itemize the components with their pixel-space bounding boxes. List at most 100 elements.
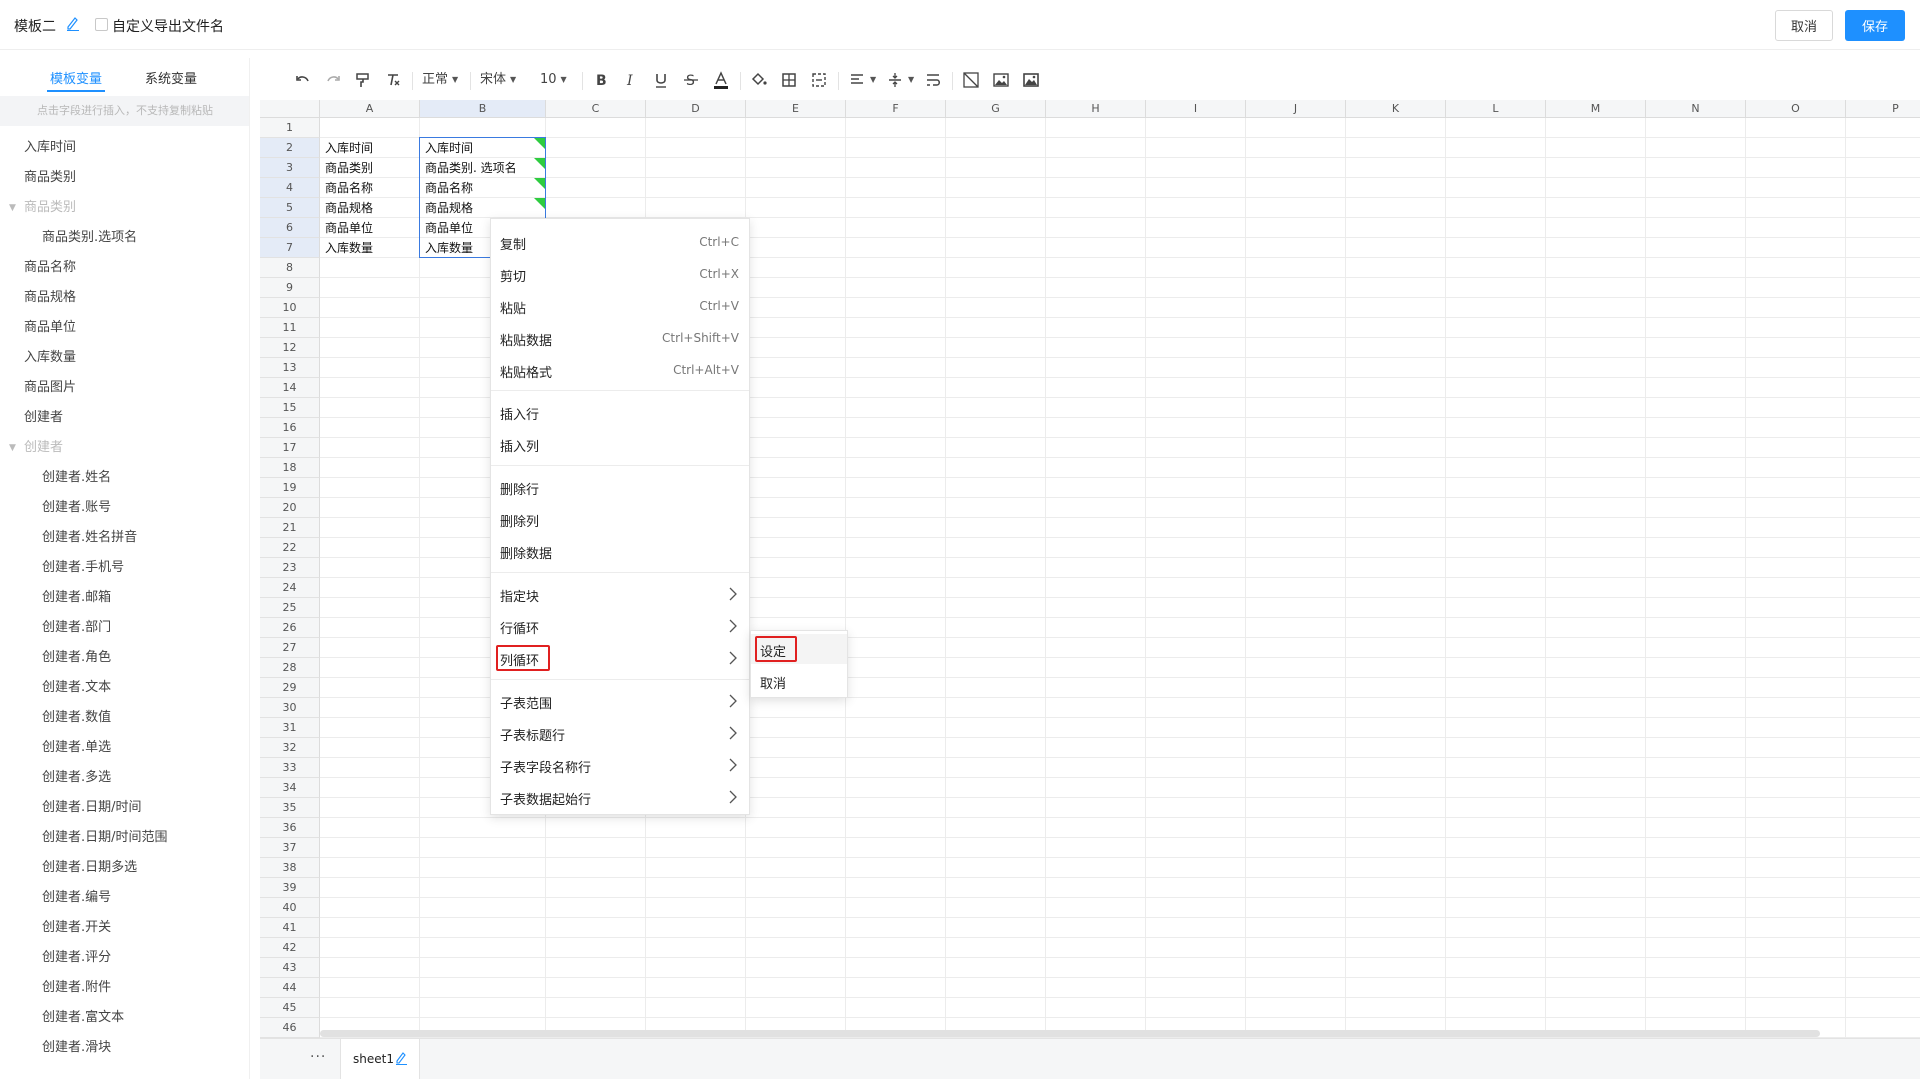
format-painter-icon[interactable] bbox=[354, 68, 372, 92]
context-menu-item[interactable]: 子表字段名称行 bbox=[491, 750, 749, 780]
context-menu-item[interactable]: 列循环 bbox=[491, 643, 749, 673]
context-menu-item[interactable]: 插入列 bbox=[491, 429, 749, 459]
variable-item[interactable]: 创建者.数值 bbox=[0, 703, 249, 733]
wrap-text-icon[interactable] bbox=[924, 68, 942, 92]
edit-pencil-icon[interactable] bbox=[66, 15, 80, 31]
column-header[interactable]: F bbox=[846, 100, 946, 118]
row-header[interactable]: 19 bbox=[260, 478, 320, 498]
cell-A4[interactable]: 商品名称 bbox=[320, 178, 420, 198]
custom-export-checkbox[interactable] bbox=[95, 18, 108, 31]
column-header[interactable]: P bbox=[1846, 100, 1920, 118]
row-header[interactable]: 5 bbox=[260, 198, 320, 218]
variable-item[interactable]: 创建者.开关 bbox=[0, 913, 249, 943]
variable-item[interactable]: 创建者.评分 bbox=[0, 943, 249, 973]
row-header[interactable]: 24 bbox=[260, 578, 320, 598]
row-header[interactable]: 37 bbox=[260, 838, 320, 858]
row-header[interactable]: 45 bbox=[260, 998, 320, 1018]
row-header[interactable]: 44 bbox=[260, 978, 320, 998]
context-menu-item[interactable]: 指定块 bbox=[491, 579, 749, 609]
variable-group[interactable]: ▼ 创建者 bbox=[0, 433, 249, 463]
context-menu-item[interactable]: 复制 Ctrl+C bbox=[491, 227, 749, 257]
column-header[interactable]: C bbox=[546, 100, 646, 118]
column-header[interactable]: K bbox=[1346, 100, 1446, 118]
row-header[interactable]: 41 bbox=[260, 918, 320, 938]
row-header[interactable]: 28 bbox=[260, 658, 320, 678]
row-header[interactable]: 11 bbox=[260, 318, 320, 338]
clear-format-icon[interactable] bbox=[384, 68, 402, 92]
cancel-button[interactable]: 取消 bbox=[1775, 10, 1833, 41]
row-header[interactable]: 43 bbox=[260, 958, 320, 978]
variable-item[interactable]: 商品类别 bbox=[0, 163, 249, 193]
row-header[interactable]: 27 bbox=[260, 638, 320, 658]
submenu-cancel-item[interactable]: 取消 bbox=[751, 666, 847, 696]
column-header[interactable]: G bbox=[946, 100, 1046, 118]
strikethrough-icon[interactable]: S bbox=[682, 68, 700, 92]
row-header[interactable]: 30 bbox=[260, 698, 320, 718]
rename-sheet-pencil-icon[interactable] bbox=[395, 1051, 408, 1069]
context-menu-item[interactable]: 行循环 bbox=[491, 611, 749, 641]
column-header[interactable]: O bbox=[1746, 100, 1846, 118]
context-menu-item[interactable]: 剪切 Ctrl+X bbox=[491, 259, 749, 289]
bold-icon[interactable]: B bbox=[592, 68, 610, 92]
variable-item[interactable]: 创建者.编号 bbox=[0, 883, 249, 913]
row-header[interactable]: 6 bbox=[260, 218, 320, 238]
row-header[interactable]: 14 bbox=[260, 378, 320, 398]
font-select[interactable]: 宋体 ▼ bbox=[480, 68, 516, 92]
column-header[interactable]: A bbox=[320, 100, 420, 118]
row-header[interactable]: 29 bbox=[260, 678, 320, 698]
row-header[interactable]: 1 bbox=[260, 118, 320, 138]
row-header[interactable]: 18 bbox=[260, 458, 320, 478]
variable-item[interactable]: 创建者.手机号 bbox=[0, 553, 249, 583]
column-header[interactable]: I bbox=[1146, 100, 1246, 118]
variable-item[interactable]: 创建者.账号 bbox=[0, 493, 249, 523]
row-header[interactable]: 12 bbox=[260, 338, 320, 358]
merge-cells-icon[interactable] bbox=[810, 68, 828, 92]
variable-item[interactable]: 创建者.日期多选 bbox=[0, 853, 249, 883]
context-menu-item[interactable]: 删除行 bbox=[491, 472, 749, 502]
variable-item[interactable]: 创建者.附件 bbox=[0, 973, 249, 1003]
row-header[interactable]: 8 bbox=[260, 258, 320, 278]
row-header[interactable]: 9 bbox=[260, 278, 320, 298]
context-menu-item[interactable]: 删除列 bbox=[491, 504, 749, 534]
valign-icon[interactable]: ▼ bbox=[886, 68, 914, 92]
cell-A7[interactable]: 入库数量 bbox=[320, 238, 420, 258]
variable-item[interactable]: 入库时间 bbox=[0, 133, 249, 163]
row-header[interactable]: 32 bbox=[260, 738, 320, 758]
sheet-tab[interactable]: sheet1 bbox=[340, 1039, 420, 1079]
row-header[interactable]: 3 bbox=[260, 158, 320, 178]
column-header[interactable]: M bbox=[1546, 100, 1646, 118]
insert-cell-image-icon[interactable] bbox=[1022, 68, 1040, 92]
tab-system-variables[interactable]: 系统变量 bbox=[145, 68, 197, 87]
row-header[interactable]: 40 bbox=[260, 898, 320, 918]
row-header[interactable]: 33 bbox=[260, 758, 320, 778]
row-header[interactable]: 16 bbox=[260, 418, 320, 438]
variable-item[interactable]: 创建者.姓名拼音 bbox=[0, 523, 249, 553]
column-header[interactable]: J bbox=[1246, 100, 1346, 118]
insert-floating-image-icon[interactable] bbox=[992, 68, 1010, 92]
collapse-caret-icon[interactable]: ▼ bbox=[9, 193, 16, 223]
row-header[interactable]: 17 bbox=[260, 438, 320, 458]
select-all-corner[interactable] bbox=[260, 100, 320, 118]
row-header[interactable]: 22 bbox=[260, 538, 320, 558]
context-menu-item[interactable]: 删除数据 bbox=[491, 536, 749, 566]
row-header[interactable]: 2 bbox=[260, 138, 320, 158]
context-menu-item[interactable]: 粘贴数据 Ctrl+Shift+V bbox=[491, 323, 749, 353]
variable-item[interactable]: 创建者.富文本 bbox=[0, 1003, 249, 1033]
italic-icon[interactable]: I bbox=[622, 68, 640, 92]
column-header[interactable]: H bbox=[1046, 100, 1146, 118]
variable-item[interactable]: 创建者.角色 bbox=[0, 643, 249, 673]
row-header[interactable]: 4 bbox=[260, 178, 320, 198]
variable-item[interactable]: 创建者.文本 bbox=[0, 673, 249, 703]
row-header[interactable]: 26 bbox=[260, 618, 320, 638]
variable-item[interactable]: 商品图片 bbox=[0, 373, 249, 403]
submenu-set-item[interactable]: 设定 bbox=[751, 634, 847, 664]
row-header[interactable]: 35 bbox=[260, 798, 320, 818]
row-header[interactable]: 39 bbox=[260, 878, 320, 898]
context-menu-item[interactable]: 子表数据起始行 bbox=[491, 782, 749, 812]
variable-item[interactable]: 创建者.日期/时间 bbox=[0, 793, 249, 823]
context-menu-item[interactable]: 粘贴 Ctrl+V bbox=[491, 291, 749, 321]
horizontal-scrollbar[interactable] bbox=[320, 1030, 1820, 1037]
variable-item[interactable]: 商品类别.选项名 bbox=[0, 223, 249, 253]
undo-icon[interactable] bbox=[294, 68, 312, 92]
context-menu-item[interactable]: 插入行 bbox=[491, 397, 749, 427]
